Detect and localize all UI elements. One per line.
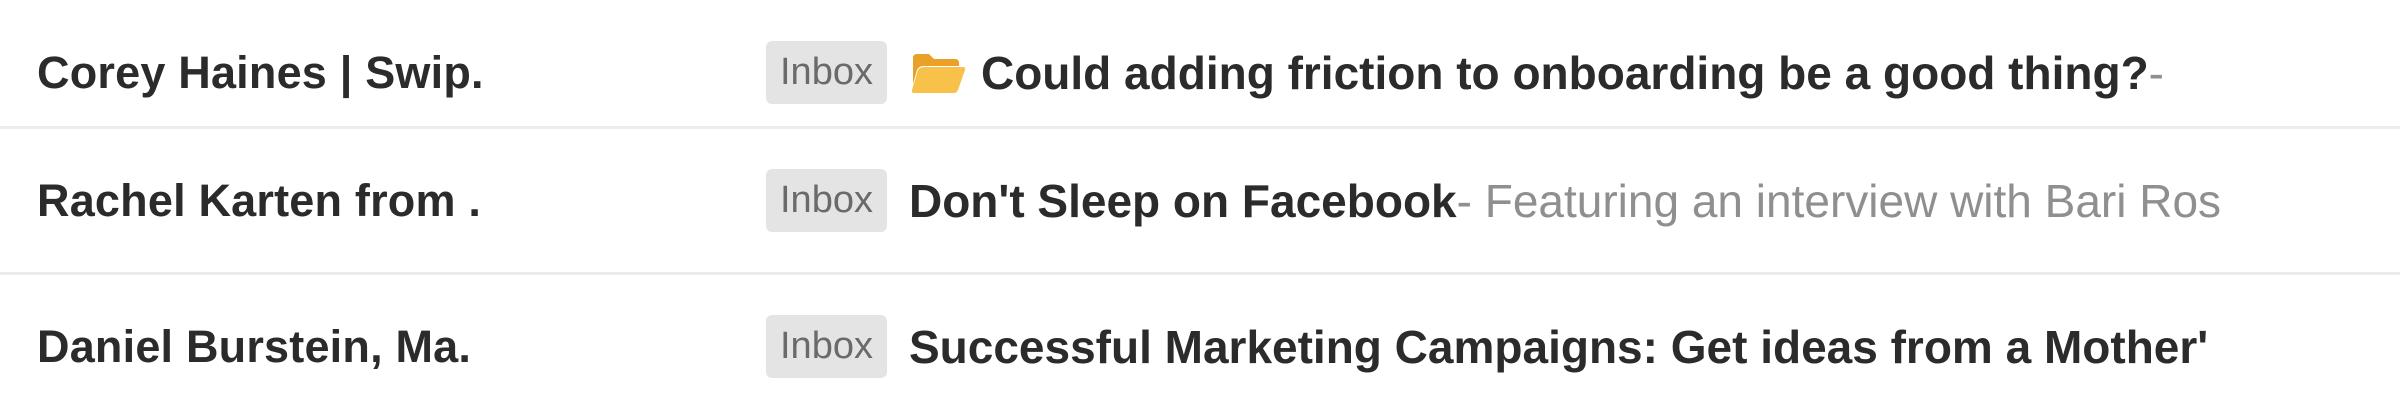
inbox-label-badge[interactable]: Inbox: [766, 169, 887, 232]
message-content: Inbox Successful Marketing Campaigns: Ge…: [766, 315, 2208, 378]
email-subject: Successful Marketing Campaigns: Get idea…: [908, 320, 2209, 373]
sender-name: Rachel Karten from .: [37, 174, 482, 226]
email-row[interactable]: Rachel Karten from . Inbox Don't Sleep o…: [0, 128, 2400, 273]
sender-name: Daniel Burstein, Ma.: [37, 320, 472, 372]
message-content: Inbox Could adding friction to onboardin…: [766, 41, 2164, 104]
email-row[interactable]: Corey Haines | Swip. Inbox Could adding …: [0, 0, 2400, 145]
email-subject: Don't Sleep on Facebook: [908, 174, 1457, 227]
email-subject: Could adding friction to onboarding be a…: [980, 46, 2149, 99]
email-snippet: -: [2148, 46, 2164, 99]
email-list: Corey Haines | Swip. Inbox Could adding …: [0, 0, 2400, 415]
open-folder-icon: [909, 50, 967, 96]
sender-name: Corey Haines | Swip.: [37, 46, 484, 98]
inbox-label-badge[interactable]: Inbox: [766, 315, 887, 378]
email-snippet: - Featuring an interview with Bari Ros: [1456, 174, 2222, 227]
email-row[interactable]: Daniel Burstein, Ma. Inbox Successful Ma…: [0, 274, 2400, 415]
inbox-label-badge[interactable]: Inbox: [766, 41, 887, 104]
message-content: Inbox Don't Sleep on Facebook - Featurin…: [766, 169, 2221, 232]
